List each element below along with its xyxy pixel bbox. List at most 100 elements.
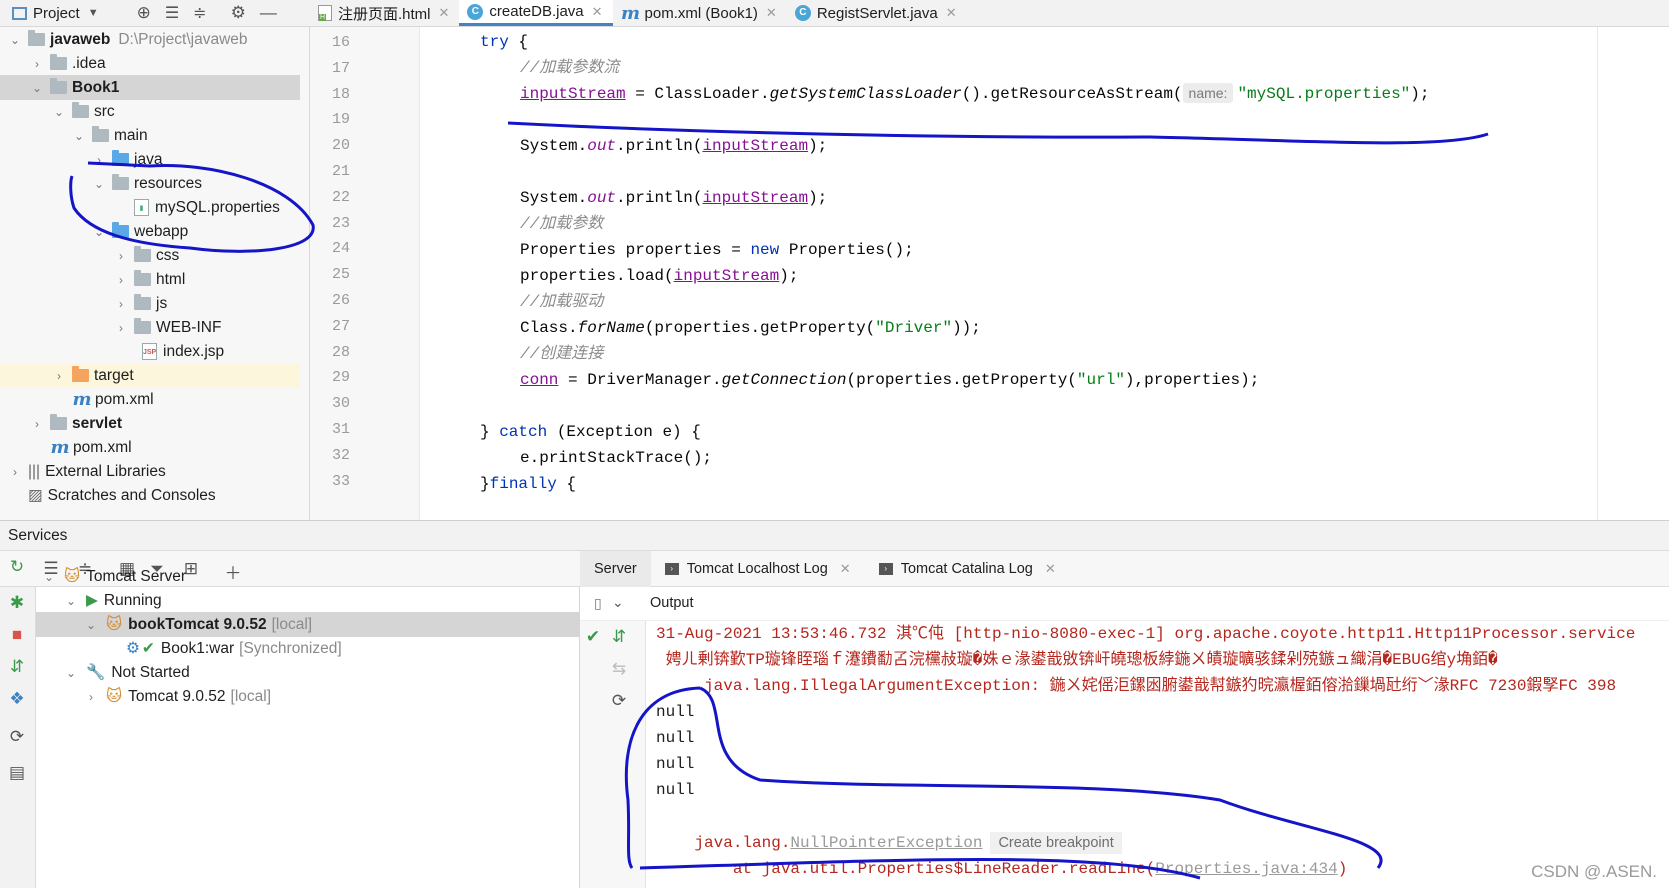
deploy-icon[interactable]: ⇵ [6,657,28,677]
close-icon[interactable]: ✕ [946,5,957,21]
chevron-down-icon[interactable]: ⌄ [92,225,106,239]
tree-item-mysql-properties[interactable]: ▮ mySQL.properties [0,195,300,220]
tree-item-pom-root[interactable]: m pom.xml [0,435,300,460]
tab-server[interactable]: Server [580,550,651,587]
chevron-right-icon[interactable]: › [114,249,128,263]
tab-tomcat-catalina-log[interactable]: › Tomcat Catalina Log ✕ [865,551,1070,587]
tree-item-src[interactable]: ⌄ src [0,99,300,124]
code-line-16: try { [480,33,529,51]
tree-item-servlet[interactable]: › servlet [0,411,300,436]
line-number[interactable]: 18 [310,86,350,103]
chevron-right-icon[interactable]: › [114,297,128,311]
refresh-icon[interactable]: ⟳ [608,691,630,711]
tree-item-webapp[interactable]: ⌄ webapp [0,219,300,244]
tree-item-web-inf[interactable]: › WEB-INF [0,315,300,340]
locate-icon[interactable]: ⊕ [137,3,151,23]
svc-item-tomcat-server[interactable]: ⌄ 🐱 Tomcat Server [36,564,580,589]
line-number[interactable]: 22 [310,189,350,206]
redeploy-icon[interactable]: ⇆ [608,659,630,679]
svc-item-booktomcat[interactable]: ⌄ 🐱 bookTomcat 9.0.52 [local] [36,612,580,637]
code-editor[interactable]: try { //加载参数流 inputStream = ClassLoader.… [420,27,1669,520]
tree-item-css[interactable]: › css [0,243,300,268]
chevron-down-icon[interactable]: ⌄ [52,105,66,119]
tab-createdb-java[interactable]: C createDB.java ✕ [459,0,613,26]
minimize-icon[interactable]: — [260,3,277,23]
source-link[interactable]: Properties.java:434 [1155,860,1337,878]
line-number[interactable]: 31 [310,421,350,438]
chevron-right-icon[interactable]: › [30,57,44,71]
tree-item-external-libraries[interactable]: › ||| External Libraries [0,459,300,484]
line-number[interactable]: 16 [310,34,350,51]
update-app-icon[interactable]: ❖ [6,689,28,709]
stop-icon[interactable]: ■ [6,625,28,645]
line-number[interactable]: 21 [310,163,350,180]
svc-item-running[interactable]: ⌄ ▶ Running [36,588,580,613]
rerun-icon[interactable]: ↻ [6,557,28,577]
line-number[interactable]: 30 [310,395,350,412]
tree-item-target[interactable]: › target [0,363,300,388]
chevron-right-icon[interactable]: › [30,417,44,431]
chevron-down-icon[interactable]: ⌄ [8,33,22,47]
chevron-right-icon[interactable]: › [52,369,66,383]
chevron-right-icon[interactable]: › [92,153,106,167]
tree-item-pom-book1[interactable]: m pom.xml [0,387,300,412]
chevron-down-icon[interactable]: ⌄ [92,177,106,191]
chevron-down-icon[interactable]: ⌄ [42,570,56,584]
tab-tomcat-localhost-log[interactable]: › Tomcat Localhost Log ✕ [651,551,865,587]
line-number[interactable]: 19 [310,111,350,128]
gear-icon[interactable]: ⚙ [231,3,246,23]
chevron-down-icon[interactable]: ⌄ [612,594,624,611]
chevron-right-icon[interactable]: › [114,321,128,335]
close-icon[interactable]: ✕ [1045,561,1056,577]
tab-registservlet-java[interactable]: C RegistServlet.java ✕ [787,0,967,26]
tree-item-index-jsp[interactable]: JSP index.jsp [0,339,300,364]
tree-item-idea[interactable]: › .idea [0,51,300,76]
tree-item-html[interactable]: › html [0,267,300,292]
tree-item-book1[interactable]: ⌄ Book1 [0,75,300,100]
line-number[interactable]: 20 [310,137,350,154]
line-number[interactable]: 27 [310,318,350,335]
tree-item-main[interactable]: ⌄ main [0,123,300,148]
tree-item-js[interactable]: › js [0,291,300,316]
tree-item-javaweb[interactable]: ⌄ javaweb D:\Project\javaweb [0,27,300,52]
chevron-right-icon[interactable]: › [84,690,98,704]
line-number[interactable]: 25 [310,266,350,283]
tree-item-scratches[interactable]: ▨ Scratches and Consoles [0,483,300,508]
svc-item-tomcat-local[interactable]: › 🐱 Tomcat 9.0.52 [local] [36,684,580,709]
chevron-down-icon[interactable]: ⌄ [30,81,44,95]
tree-item-java[interactable]: › java [0,147,300,172]
tab-register-html[interactable]: 注册页面.html ✕ [310,0,459,26]
close-icon[interactable]: ✕ [840,561,851,577]
tree-item-resources[interactable]: ⌄ resources [0,171,300,196]
close-icon[interactable]: ✕ [766,5,777,21]
svc-item-book1-war[interactable]: ⚙ ✔ Book1:war [Synchronized] [36,636,580,661]
line-number[interactable]: 23 [310,215,350,232]
chevron-down-icon[interactable]: ▼ [88,7,99,19]
tab-pom-xml[interactable]: m pom.xml (Book1) ✕ [613,0,787,26]
update-icon[interactable]: ⇵ [608,627,630,647]
expand-all-icon[interactable]: ☰ [165,3,179,23]
line-number[interactable]: 24 [310,240,350,257]
line-number[interactable]: 28 [310,344,350,361]
line-number[interactable]: 17 [310,60,350,77]
svc-item-not-started[interactable]: ⌄ 🔧 Not Started [36,660,580,685]
collapse-all-icon[interactable]: ≑ [193,3,206,23]
chevron-down-icon[interactable]: ⌄ [64,666,78,680]
refresh-icon[interactable]: ⟳ [6,727,28,747]
chevron-right-icon[interactable]: › [114,273,128,287]
line-number[interactable]: 33 [310,473,350,490]
layout-icon[interactable]: ▤ [6,763,28,783]
close-icon[interactable]: ✕ [439,5,450,21]
project-view-selector[interactable]: Project [33,5,80,22]
chevron-right-icon[interactable]: › [8,465,22,479]
close-icon[interactable]: ✕ [592,4,603,20]
chevron-down-icon[interactable]: ⌄ [72,129,86,143]
console-output[interactable]: 31-Aug-2021 13:53:46.732 淇℃伅 [http-nio-8… [646,621,1669,888]
line-number[interactable]: 32 [310,447,350,464]
panel-toggle-icon[interactable]: ▯ [594,595,602,612]
chevron-down-icon[interactable]: ⌄ [64,594,78,608]
chevron-down-icon[interactable]: ⌄ [84,618,98,632]
line-number[interactable]: 29 [310,369,350,386]
debug-icon[interactable]: ✱ [6,593,28,613]
line-number[interactable]: 26 [310,292,350,309]
